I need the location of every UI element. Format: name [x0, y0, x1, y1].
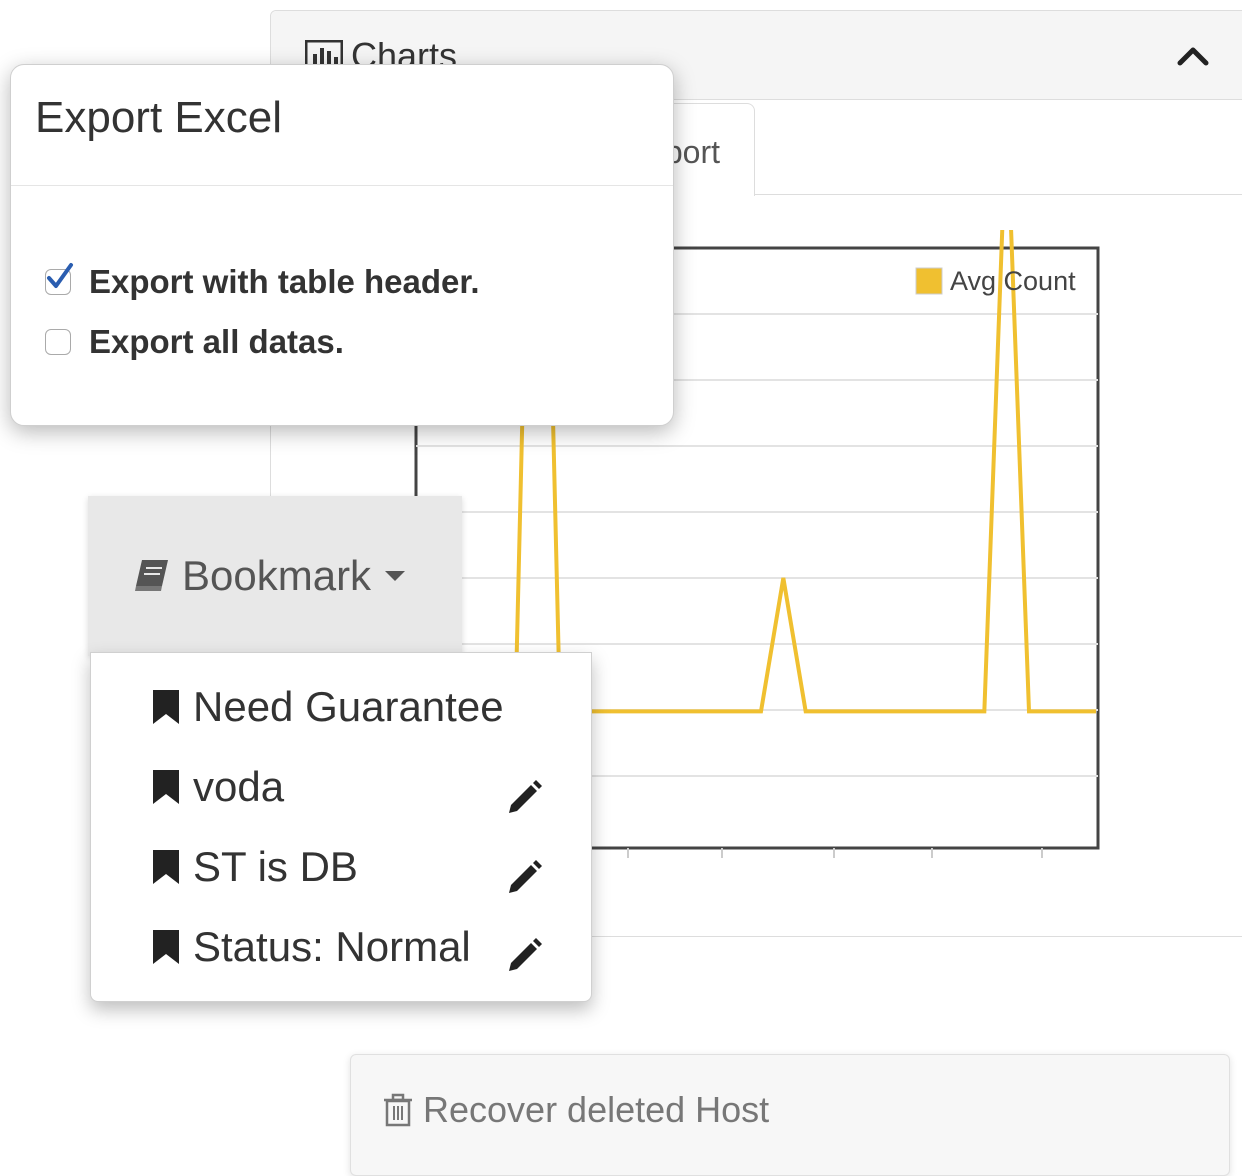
bookmark-button-label: Bookmark [182, 552, 371, 600]
export-header-checkbox[interactable] [45, 269, 71, 295]
pencil-icon[interactable] [505, 777, 545, 817]
checkmark-icon [44, 262, 74, 292]
bookmark-icon [151, 768, 181, 806]
bookmark-item-voda[interactable]: voda [151, 763, 284, 811]
recover-content: Recover deleted Host [383, 1089, 769, 1131]
bookmark-button-content: Bookmark [132, 552, 405, 600]
recover-label: Recover deleted Host [423, 1089, 769, 1131]
bookmark-item-label: Need Guarantee [193, 683, 504, 731]
pencil-icon[interactable] [505, 857, 545, 897]
bookmark-button[interactable]: Bookmark [88, 496, 462, 656]
trash-icon [383, 1093, 413, 1127]
export-excel-modal: Export Excel Export with table header. E… [10, 64, 674, 426]
bookmark-item-label: ST is DB [193, 843, 358, 891]
modal-divider [11, 185, 673, 186]
bookmark-dropdown: Need Guarantee voda ST is DB Status: Nor… [90, 652, 592, 1002]
modal-title: Export Excel [35, 93, 282, 143]
bookmark-item-need-guarantee[interactable]: Need Guarantee [151, 683, 504, 731]
export-all-checkbox[interactable] [45, 329, 71, 355]
export-header-label: Export with table header. [89, 263, 480, 301]
legend-label: Avg Count [950, 266, 1076, 296]
option-export-header[interactable]: Export with table header. [45, 263, 480, 301]
bookmark-item-st-is-db[interactable]: ST is DB [151, 843, 358, 891]
option-export-all[interactable]: Export all datas. [45, 323, 344, 361]
bookmark-item-status-normal[interactable]: Status: Normal [151, 923, 471, 971]
bookmark-item-label: Status: Normal [193, 923, 471, 971]
bookmark-icon [151, 688, 181, 726]
caret-down-icon [385, 571, 405, 581]
chevron-up-icon[interactable] [1177, 45, 1209, 67]
bookmark-icon [151, 848, 181, 886]
bookmark-item-label: voda [193, 763, 284, 811]
legend-swatch [916, 268, 942, 294]
export-all-label: Export all datas. [89, 323, 344, 361]
pencil-icon[interactable] [505, 935, 545, 975]
book-icon [132, 558, 172, 594]
bookmark-icon [151, 928, 181, 966]
